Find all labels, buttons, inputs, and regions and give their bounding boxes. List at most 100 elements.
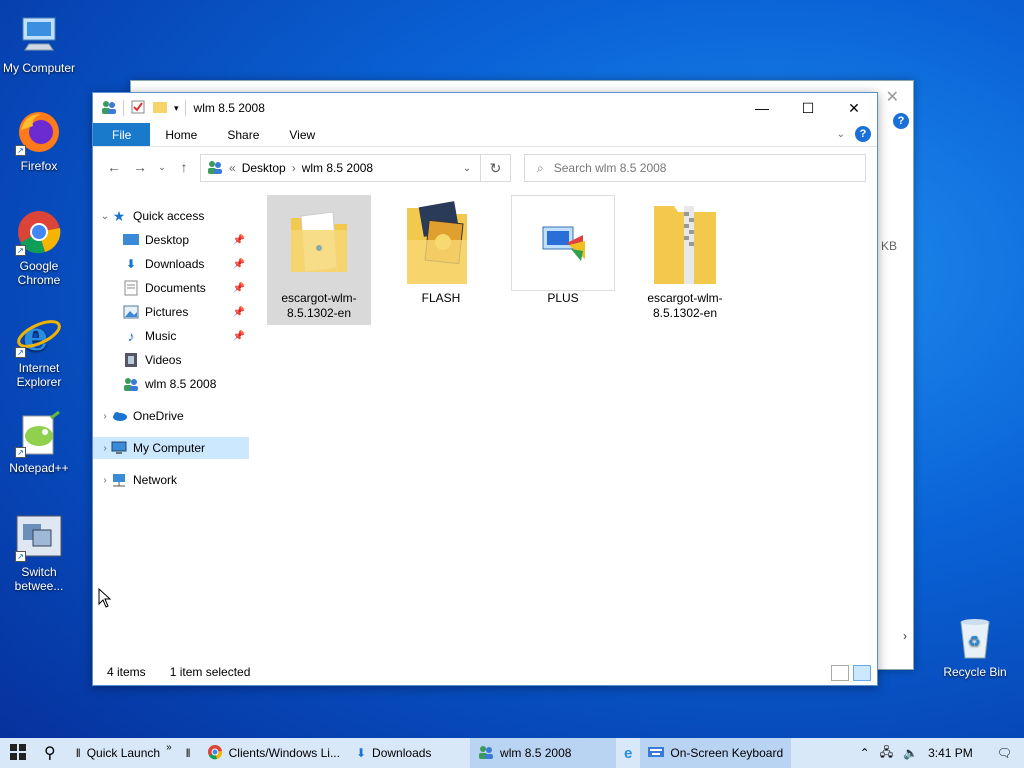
taskbar-item-ie[interactable]: e [616, 738, 640, 768]
tab-home[interactable]: Home [150, 123, 212, 146]
sidebar-item-network[interactable]: › Network [99, 469, 255, 491]
file-item[interactable]: PLUS [511, 195, 615, 310]
address-bar[interactable]: « Desktop › wlm 8.5 2008 ⌄ ↻ [200, 154, 511, 182]
taskbar-item-label: Downloads [372, 746, 432, 760]
shortcut-arrow-icon: ↗ [15, 145, 26, 156]
pin-icon[interactable]: 📌 [233, 235, 245, 246]
maximize-button[interactable]: ☐ [785, 93, 831, 123]
address-dropdown-icon[interactable]: ⌄ [454, 163, 480, 174]
search-box[interactable]: ⌕ Search wlm 8.5 2008 [524, 154, 866, 182]
desktop-icon-label: Switch betwee... [14, 565, 64, 593]
sidebar-item-quick-access[interactable]: ⌄ ★ Quick access [99, 205, 255, 227]
properties-icon[interactable] [130, 99, 146, 118]
desktop-icon-label: Recycle Bin [943, 665, 1007, 679]
desktop-icon-recycle-bin[interactable]: ♻ Recycle Bin [936, 614, 1014, 679]
breadcrumb-overflow[interactable]: « [229, 161, 236, 175]
shortcut-arrow-icon: ↗ [15, 347, 26, 358]
back-arrow-icon[interactable]: ← [103, 159, 125, 175]
chevron-right-icon[interactable]: › [99, 475, 111, 486]
quick-launch-label: Quick Launch [86, 746, 161, 760]
chevron-right-icon[interactable]: › [99, 443, 111, 454]
clock[interactable]: 3:41 PM [928, 746, 973, 760]
new-folder-icon[interactable] [152, 99, 168, 118]
mouse-cursor-icon [98, 587, 112, 611]
sidebar-item-my-computer[interactable]: › My Computer [93, 437, 249, 459]
breadcrumb-current[interactable]: wlm 8.5 2008 [302, 161, 373, 175]
toolbar-chevron[interactable]: » [166, 742, 172, 753]
forward-arrow-icon[interactable]: → [129, 159, 151, 175]
shortcut-arrow-icon: ↗ [15, 447, 26, 458]
monitor-icon [111, 440, 127, 456]
chevron-up-icon[interactable]: ⌃ [860, 746, 870, 760]
explorer-window[interactable]: ▾ wlm 8.5 2008 — ☐ ✕ File Home Share Vie… [92, 92, 878, 686]
desktop-icon-chrome[interactable]: ↗ Google Chrome [0, 208, 78, 287]
tab-share[interactable]: Share [212, 123, 274, 146]
sidebar-item-pictures[interactable]: Pictures 📌 [123, 301, 249, 323]
details-view-icon[interactable] [831, 665, 849, 681]
search-icon: ⚲ [44, 745, 56, 762]
help-icon[interactable]: ? [893, 113, 909, 129]
window-title: wlm 8.5 2008 [193, 101, 265, 115]
expand-ribbon-icon[interactable]: ⌄ [837, 129, 845, 140]
pin-icon[interactable]: 📌 [233, 307, 245, 318]
sidebar-item-downloads[interactable]: ⬇ Downloads 📌 [123, 253, 249, 275]
sidebar-item-music[interactable]: ♪ Music 📌 [123, 325, 249, 347]
taskbar-item-chrome[interactable]: Clients/Windows Li... [199, 738, 348, 768]
minimize-button[interactable]: — [739, 93, 785, 123]
file-item[interactable]: FLASH [389, 195, 493, 310]
close-icon[interactable]: ✕ [886, 87, 899, 107]
sidebar-item-documents[interactable]: Documents 📌 [123, 277, 249, 299]
pin-icon[interactable]: 📌 [233, 283, 245, 294]
sidebar-item-videos[interactable]: Videos [123, 349, 249, 371]
sidebar-item-label: Documents [145, 281, 206, 295]
start-button[interactable] [0, 738, 36, 768]
svg-text:e: e [23, 313, 48, 358]
pin-icon[interactable]: 📌 [233, 259, 245, 270]
status-bar: 4 items 1 item selected [107, 665, 250, 679]
sidebar-item-onedrive[interactable]: › OneDrive [99, 405, 255, 427]
close-button[interactable]: ✕ [831, 93, 877, 123]
recent-locations-icon[interactable]: ⌄ [151, 162, 173, 173]
taskbar-item-wlm[interactable]: wlm 8.5 2008 [470, 738, 617, 768]
desktop-icon-notepad-plus-plus[interactable]: ↗ Notepad++ [0, 410, 78, 475]
desktop-icon-switch-windows[interactable]: ↗ Switch betwee... [0, 514, 78, 593]
file-item[interactable]: escargot-wlm-8.5.1302-en [633, 195, 737, 325]
desktop-icon-label: Internet Explorer [16, 361, 62, 389]
taskbar-item-osk[interactable]: On-Screen Keyboard [640, 738, 792, 768]
sidebar-item-label: Network [133, 473, 178, 487]
desktop-icon-internet-explorer[interactable]: e ↗ Internet Explorer [0, 310, 78, 389]
help-icon[interactable]: ? [855, 126, 871, 142]
film-icon [123, 352, 139, 368]
customize-qat-icon[interactable]: ▾ [174, 103, 179, 114]
large-icons-view-icon[interactable] [853, 665, 871, 681]
up-arrow-icon[interactable]: ↑ [173, 159, 195, 175]
network-icon[interactable]: 🖧 [880, 743, 893, 764]
scroll-right-icon[interactable]: › [903, 629, 907, 643]
notifications-icon[interactable]: 🗨 [997, 746, 1012, 760]
file-item[interactable]: escargot-wlm-8.5.1302-en [267, 195, 371, 325]
refresh-icon[interactable]: ↻ [480, 155, 510, 181]
speaker-icon[interactable]: 🔈 [903, 746, 918, 760]
tab-file[interactable]: File [93, 123, 151, 146]
sidebar-item-wlm[interactable]: wlm 8.5 2008 [123, 373, 249, 395]
chevron-right-icon[interactable]: › [99, 411, 111, 422]
sidebar-item-desktop[interactable]: Desktop 📌 [123, 229, 249, 251]
quick-launch-toolbar[interactable]: ‖ Quick Launch » ‖ [64, 738, 199, 768]
sidebar-item-label: Quick access [133, 209, 205, 223]
title-bar[interactable]: ▾ wlm 8.5 2008 — ☐ ✕ [93, 93, 877, 123]
zip-folder-icon [633, 195, 737, 291]
sidebar-item-label: Music [145, 329, 177, 343]
desktop-icon-firefox[interactable]: ↗ Firefox [0, 108, 78, 173]
taskbar-item-downloads[interactable]: ⬇ Downloads [348, 738, 470, 768]
star-icon: ★ [112, 207, 126, 224]
download-arrow-icon: ⬇ [125, 257, 137, 271]
pin-icon[interactable]: 📌 [233, 331, 245, 342]
photo-folder-icon [389, 195, 493, 291]
search-button[interactable]: ⚲ [36, 738, 64, 768]
system-tray: ⌃ 🖧 🔈 3:41 PM 🗨 [860, 738, 1024, 768]
taskbar-item-label: On-Screen Keyboard [670, 746, 784, 760]
breadcrumb-desktop[interactable]: Desktop [242, 161, 286, 175]
tab-view[interactable]: View [274, 123, 330, 146]
chevron-down-icon[interactable]: ⌄ [99, 211, 111, 222]
desktop-icon-my-computer[interactable]: My Computer [0, 10, 78, 75]
